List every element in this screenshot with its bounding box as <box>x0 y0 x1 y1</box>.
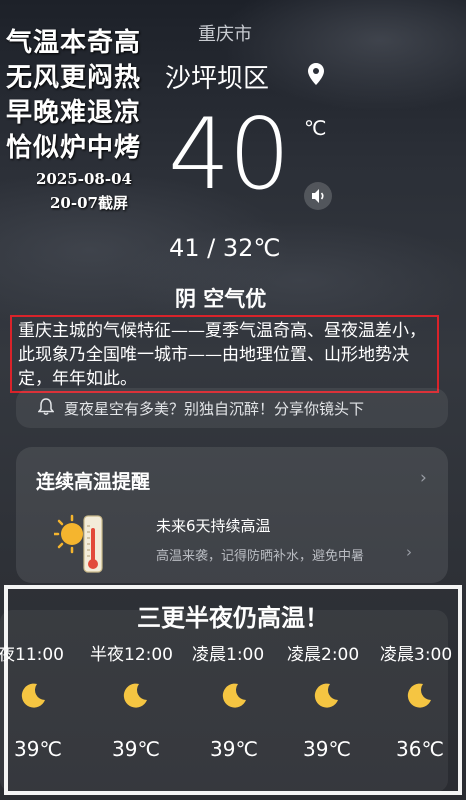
screenshot-time: 20-07截屏 <box>50 194 128 212</box>
moon-icon <box>407 683 431 708</box>
hour-time: 凌晨1:00 <box>192 645 265 665</box>
heat-alert-summary: 未来6天持续高温 <box>156 517 271 535</box>
chevron-right-icon[interactable]: › <box>420 468 427 488</box>
heat-alert-title: 连续高温提醒 <box>36 471 151 493</box>
screenshot-date: 2025-08-04 <box>36 170 132 188</box>
weather-condition: 阴 空气优 <box>175 287 267 311</box>
hour-time: 凌晨3:00 <box>380 645 453 665</box>
sun-thermometer-icon <box>54 514 103 573</box>
hour-time: 夜11:00 <box>0 645 64 665</box>
hour-time: 半夜12:00 <box>90 645 173 665</box>
poem-line: 早晚难退凉 <box>6 98 142 128</box>
moon-icon <box>222 683 246 708</box>
hour-temperature: 39℃ <box>210 737 258 761</box>
moon-icon <box>21 683 45 708</box>
hour-temperature: 39℃ <box>14 737 62 761</box>
speaker-icon <box>312 189 324 203</box>
hour-time: 凌晨2:00 <box>287 645 360 665</box>
hour-temperature: 39℃ <box>112 737 160 761</box>
poem-overlay: 气温本奇高 无风更闷热 早晚难退凉 恰似炉中烤 <box>6 26 141 166</box>
hour-temperature: 36℃ <box>396 737 444 761</box>
district-name[interactable]: 沙坪坝区 <box>165 58 269 95</box>
current-temperature: 40 <box>168 98 291 212</box>
city-name[interactable]: 重庆市 <box>198 20 252 46</box>
speaker-button[interactable] <box>304 182 332 210</box>
poem-line: 气温本奇高 <box>6 28 142 58</box>
hourly-highlight-title: 三更半夜仍高温！ <box>137 603 329 632</box>
moon-icon <box>123 683 147 708</box>
bell-icon <box>38 398 54 415</box>
poem-line: 恰似炉中烤 <box>6 133 142 163</box>
chevron-right-icon[interactable]: › <box>406 543 412 561</box>
temperature-unit: ℃ <box>304 116 327 140</box>
heat-alert-advice[interactable]: 高温来袭，记得防晒补水，避免中暑 <box>156 545 364 564</box>
poem-line: 无风更闷热 <box>6 63 142 93</box>
share-banner-text[interactable]: 夏夜星空有多美？别独自沉醉！分享你镜头下 <box>64 398 364 419</box>
hour-temperature: 39℃ <box>303 737 351 761</box>
temperature-range: 41 / 32℃ <box>169 234 281 262</box>
moon-icon <box>314 683 338 708</box>
location-pin-icon[interactable] <box>307 62 325 86</box>
climate-annotation: 重庆主城的气候特征——夏季气温奇高、昼夜温差小，此现象乃全国唯一城市——由地理位… <box>10 315 439 393</box>
